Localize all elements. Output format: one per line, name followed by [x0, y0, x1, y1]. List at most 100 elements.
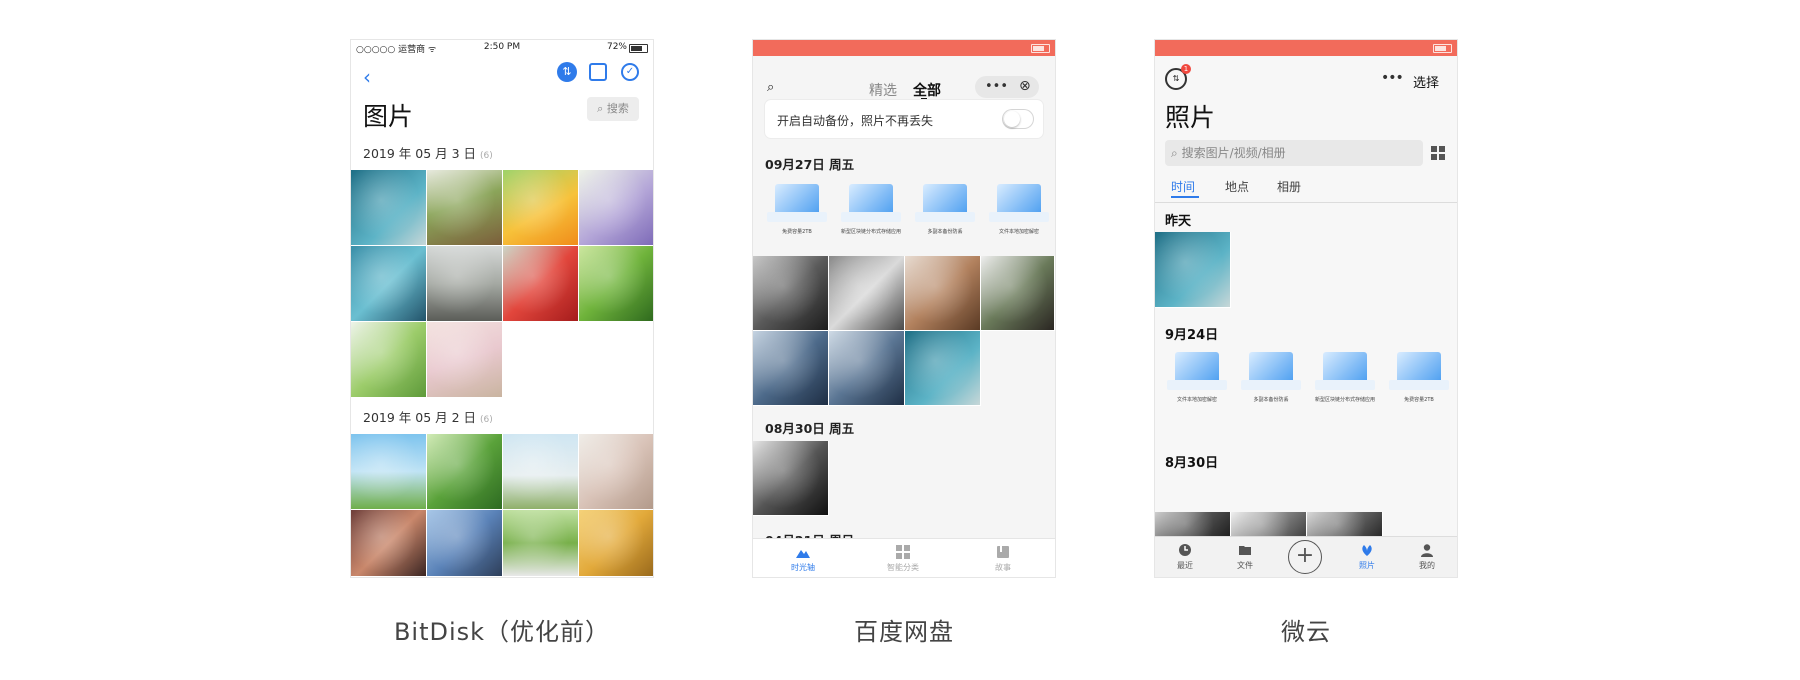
section-date-label: 2019 年 05 月 2 日 — [363, 410, 477, 425]
close-icon[interactable]: ⊗ — [1019, 78, 1031, 94]
weiyun-phone-screen: ⇅ 1 ••• 选择 照片 ⌕ 搜索图片/视频/相册 时间 地点 相册 昨天 9… — [1155, 40, 1457, 577]
photo-thumbnail[interactable] — [829, 331, 905, 406]
photo-thumbnail[interactable] — [351, 322, 427, 398]
tab-story[interactable]: 故事 — [953, 539, 1053, 577]
photo-thumbnail[interactable]: 文件本地加密解密 — [1161, 346, 1233, 408]
status-bar — [1155, 40, 1457, 56]
tab-recent[interactable]: 最近 — [1155, 537, 1215, 577]
user-icon — [1421, 544, 1433, 557]
photo-thumbnail[interactable] — [753, 256, 829, 331]
photo-thumbnail[interactable] — [351, 434, 427, 510]
photo-thumbnail[interactable] — [351, 246, 427, 322]
select-check-icon[interactable]: ✓ — [621, 63, 639, 81]
photo-thumbnail[interactable] — [503, 170, 579, 246]
more-button[interactable]: ••• — [985, 79, 1008, 94]
tab-place[interactable]: 地点 — [1225, 178, 1249, 195]
tab-timeline[interactable]: 时光轴 — [753, 539, 853, 577]
photo-thumbnail[interactable] — [579, 170, 653, 246]
photo-thumbnail[interactable] — [503, 246, 579, 322]
tab-label: 我的 — [1419, 561, 1435, 570]
tab-time[interactable]: 时间 — [1171, 178, 1195, 195]
search-icon[interactable]: ⌕ — [767, 80, 774, 95]
folder-icon — [1239, 546, 1251, 555]
photo-thumbnail[interactable] — [351, 510, 427, 577]
photo-thumbnail[interactable] — [427, 434, 503, 510]
group-date: 9月24日 — [1165, 328, 1219, 343]
photo-thumbnail[interactable] — [829, 256, 905, 331]
page-title: 照片 — [1165, 103, 1216, 132]
section-date-label: 2019 年 05 月 3 日 — [363, 146, 477, 161]
more-icon[interactable]: ••• — [1381, 70, 1404, 86]
photo-thumbnail[interactable]: 多副本备份防丢 — [909, 178, 981, 240]
tab-indicator — [1171, 196, 1199, 198]
product-caption: 新型区块链分布式存储应用 — [1314, 397, 1375, 403]
photo-thumbnail[interactable] — [503, 510, 579, 577]
tab-files[interactable]: 文件 — [1215, 537, 1275, 577]
section-date: 2019 年 05 月 3 日 (6) — [363, 143, 493, 162]
tab-label: 故事 — [995, 563, 1011, 572]
photo-thumbnail[interactable] — [427, 510, 503, 577]
product-caption: 文件本地加密解密 — [998, 229, 1039, 235]
auto-backup-toggle[interactable] — [1003, 110, 1033, 128]
grid-icon — [896, 545, 910, 559]
status-bar: ○○○○○ 运营商 ᯤ 2:50 PM 72% — [351, 40, 653, 56]
photo-thumbnail[interactable] — [1155, 232, 1231, 308]
battery-icon — [1433, 44, 1452, 53]
sync-icon[interactable]: ⇅ — [557, 62, 577, 82]
photo-thumbnail[interactable]: 多副本备份防丢 — [1235, 346, 1307, 408]
product-caption: 多副本备份防丢 — [927, 229, 963, 235]
photo-thumbnail[interactable] — [753, 331, 829, 406]
cast-icon[interactable] — [589, 63, 607, 81]
notification-badge: 1 — [1181, 64, 1191, 74]
tab-label: 最近 — [1177, 561, 1193, 570]
search-input[interactable]: ⌕ 搜索 — [587, 97, 639, 121]
photo-thumbnail[interactable]: 文件本地加密解密 — [983, 178, 1055, 240]
tab-all[interactable]: 全部 — [913, 80, 941, 100]
photo-thumbnail[interactable] — [579, 434, 653, 510]
photo-thumbnail[interactable] — [427, 170, 503, 246]
section-count: (6) — [480, 151, 493, 161]
battery-icon — [1031, 44, 1050, 53]
battery-percent: 72% — [606, 42, 627, 52]
photo-thumbnail[interactable] — [351, 170, 427, 246]
grid-view-icon[interactable] — [1431, 146, 1445, 160]
search-input[interactable]: ⌕ 搜索图片/视频/相册 — [1165, 140, 1423, 166]
search-placeholder: 搜索图片/视频/相册 — [1181, 146, 1286, 160]
photo-thumbnail[interactable] — [427, 322, 503, 398]
tab-album[interactable]: 相册 — [1277, 178, 1301, 195]
select-button[interactable]: 选择 — [1413, 72, 1439, 91]
photo-thumbnail[interactable] — [981, 256, 1055, 331]
photo-thumbnail[interactable] — [579, 510, 653, 577]
photo-thumbnail[interactable]: 新型区块链分布式存储应用 — [1309, 346, 1381, 408]
section-count: (6) — [480, 415, 493, 425]
tab-label: 照片 — [1359, 561, 1375, 570]
photo-thumbnail[interactable]: 免费容量2TB — [761, 178, 833, 240]
tab-label: 文件 — [1237, 561, 1253, 570]
tab-featured[interactable]: 精选 — [869, 80, 897, 100]
book-icon — [997, 546, 1009, 558]
photo-thumbnail[interactable] — [753, 441, 829, 516]
battery-icon — [629, 44, 648, 53]
clock-icon — [1179, 544, 1191, 556]
caption-baidu: 百度网盘 — [854, 618, 954, 646]
photo-thumbnail[interactable] — [905, 256, 981, 331]
photo-thumbnail[interactable]: 新型区块链分布式存储应用 — [835, 178, 907, 240]
photo-thumbnail[interactable]: 免费容量2TB — [1383, 346, 1455, 408]
caption-bitdisk: BitDisk（优化前） — [393, 618, 611, 646]
backup-prompt: 开启自动备份，照片不再丢失 — [777, 114, 934, 128]
tab-label: 智能分类 — [887, 563, 919, 572]
photo-thumbnail[interactable] — [427, 246, 503, 322]
search-icon: ⌕ — [597, 102, 604, 115]
baidu-phone-screen: ⌕ 精选 全部 ••• ⊗ 开启自动备份，照片不再丢失 09月27日 周五 免费… — [753, 40, 1055, 577]
tab-photos[interactable]: 照片 — [1337, 537, 1397, 577]
tab-smart-category[interactable]: 智能分类 — [853, 539, 953, 577]
tab-me[interactable]: 我的 — [1397, 537, 1457, 577]
photo-thumbnail[interactable] — [579, 246, 653, 322]
product-caption: 免费容量2TB — [1404, 397, 1434, 403]
photo-thumbnail[interactable] — [905, 331, 981, 406]
capsule-menu: ••• ⊗ — [975, 76, 1039, 98]
photo-thumbnail[interactable] — [503, 434, 579, 510]
search-icon: ⌕ — [1171, 146, 1178, 160]
add-icon[interactable]: + — [1288, 540, 1322, 574]
back-chevron-icon[interactable]: ‹ — [363, 65, 371, 89]
